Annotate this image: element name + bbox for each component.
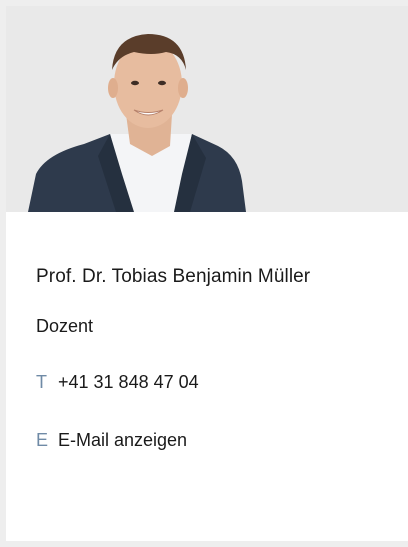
profile-info: Prof. Dr. Tobias Benjamin Müller Dozent …: [36, 264, 376, 451]
email-row: E E-Mail anzeigen: [36, 429, 376, 451]
phone-prefix: T: [36, 372, 47, 392]
phone-row: T +41 31 848 47 04: [36, 371, 376, 393]
profile-role: Dozent: [36, 316, 94, 336]
phone-number[interactable]: +41 31 848 47 04: [58, 371, 199, 393]
show-email-link[interactable]: E-Mail anzeigen: [58, 429, 187, 451]
profile-card: Prof. Dr. Tobias Benjamin Müller Dozent …: [0, 0, 408, 547]
profile-name: Prof. Dr. Tobias Benjamin Müller: [36, 266, 311, 287]
email-prefix: E: [36, 430, 49, 450]
portrait-image: [6, 6, 408, 212]
profile-photo: [6, 6, 408, 212]
